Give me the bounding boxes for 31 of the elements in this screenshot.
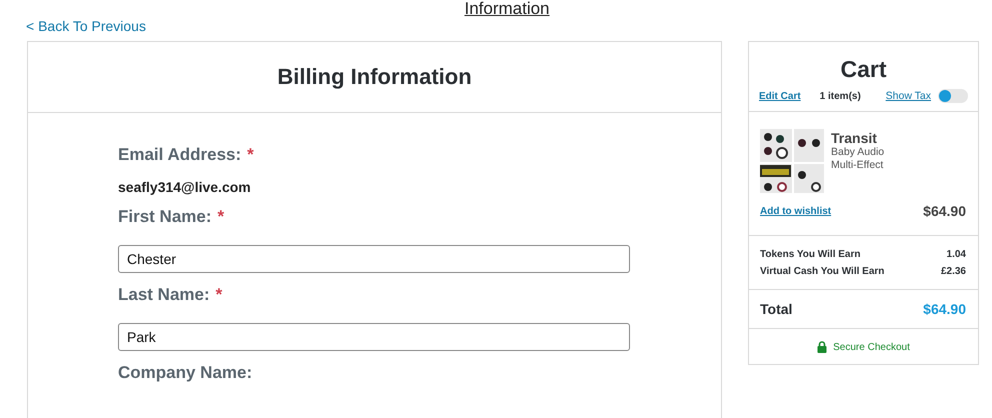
- input-field[interactable]: Park: [118, 323, 630, 351]
- required-mark: *: [218, 207, 224, 227]
- required-mark: *: [216, 285, 222, 305]
- field-label: Company Name:: [118, 363, 252, 383]
- show-tax-link[interactable]: Show Tax: [886, 90, 931, 102]
- total-value: $64.90: [923, 301, 966, 317]
- secure-checkout-text: Secure Checkout: [833, 342, 910, 352]
- required-mark: *: [247, 145, 254, 165]
- total-label: Total: [760, 301, 792, 317]
- product-price: $64.90: [923, 203, 966, 219]
- input-field[interactable]: Chester: [118, 245, 630, 273]
- wishlist-link[interactable]: Add to wishlist: [760, 206, 832, 216]
- page-heading: Information: [464, 0, 550, 15]
- field-label: First Name:: [118, 207, 212, 227]
- product-type: Multi-Effect: [831, 159, 884, 172]
- earning-value: £2.36: [940, 265, 966, 279]
- product-name: Transit: [831, 130, 878, 146]
- billing-title: Billing Information: [277, 64, 472, 90]
- field-label: Last Name:: [118, 285, 210, 305]
- earning-label: Tokens You Will Earn: [760, 248, 860, 262]
- tax-toggle[interactable]: [938, 89, 968, 103]
- earning-value: 1.04: [946, 248, 966, 262]
- email-value: seafly314@live.com: [118, 179, 252, 195]
- lock-icon: [817, 341, 828, 353]
- field-label: Email Address:: [118, 145, 242, 165]
- earning-label: Virtual Cash You Will Earn: [760, 265, 884, 279]
- item-count: 1 item(s): [820, 90, 861, 102]
- product-brand: Baby Audio: [831, 146, 884, 159]
- back-link[interactable]: < Back To Previous: [26, 18, 146, 34]
- edit-cart-link[interactable]: Edit Cart: [759, 90, 801, 102]
- cart-title: Cart: [839, 56, 888, 83]
